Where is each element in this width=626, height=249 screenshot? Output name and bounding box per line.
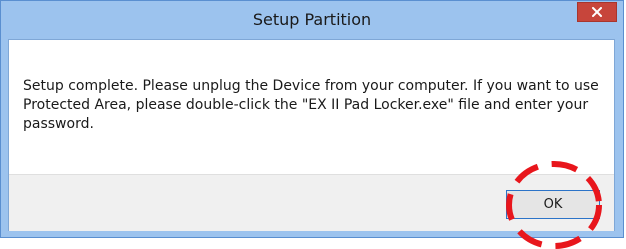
- message-text: Setup complete. Please unplug the Device…: [23, 78, 599, 132]
- ok-button[interactable]: OK: [506, 190, 600, 219]
- dialog-title: Setup Partition: [252, 10, 372, 29]
- setup-partition-dialog: Setup Partition Setup complete. Please u…: [0, 0, 624, 238]
- dialog-body: Setup complete. Please unplug the Device…: [8, 39, 615, 231]
- close-button[interactable]: [577, 2, 617, 22]
- button-area: OK: [9, 174, 614, 231]
- title-bar[interactable]: Setup Partition: [1, 1, 623, 39]
- close-icon: [592, 7, 602, 17]
